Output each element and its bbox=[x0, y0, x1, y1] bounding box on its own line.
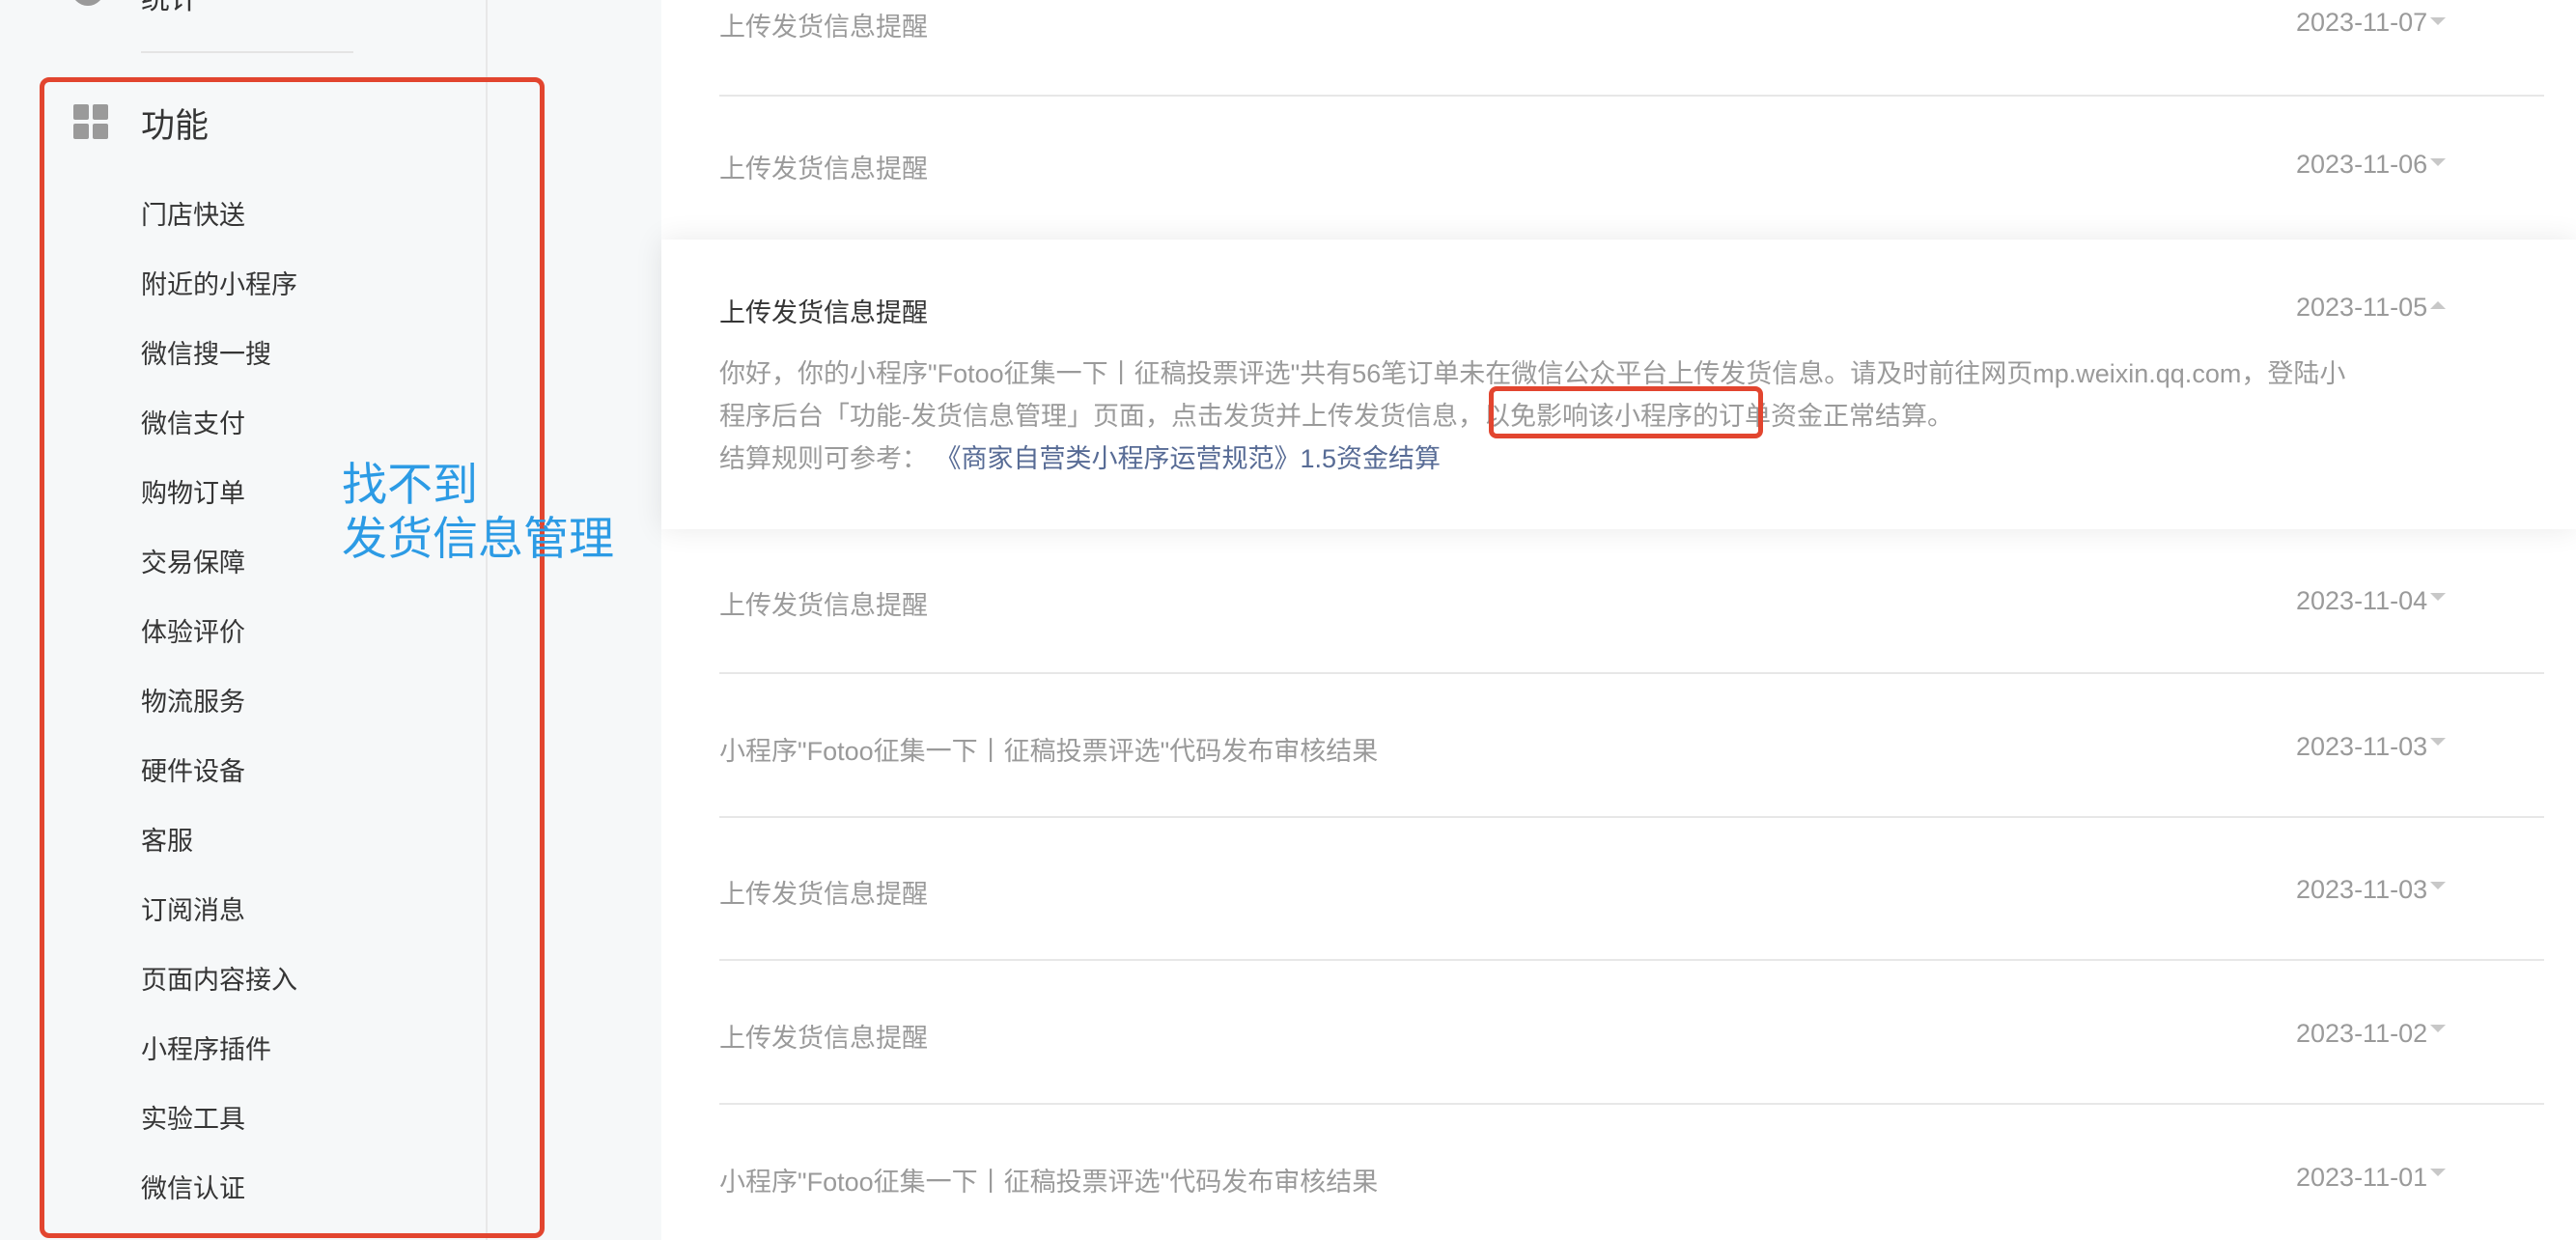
message-row[interactable]: 上传发货信息提醒 2023-11-03 bbox=[719, 816, 2544, 961]
chevron-down-icon[interactable] bbox=[2430, 882, 2446, 889]
message-date: 2023-11-06 bbox=[2296, 150, 2428, 179]
message-date: 2023-11-07 bbox=[2296, 8, 2428, 37]
settlement-rule-prefix: 结算规则可参考： bbox=[719, 444, 928, 473]
chevron-down-icon[interactable] bbox=[2430, 158, 2446, 166]
settlement-rule-link[interactable]: 《商家自营类小程序运营规范》1.5资金结算 bbox=[936, 444, 1442, 473]
message-date: 2023-11-05 bbox=[2296, 293, 2428, 322]
message-title: 小程序"Fotoo征集一下丨征稿投票评选"代码发布审核结果 bbox=[719, 1168, 1379, 1197]
chevron-down-icon[interactable] bbox=[2430, 1169, 2446, 1176]
message-list: 上传发货信息提醒 2023-11-07 上传发货信息提醒 2023-11-06 … bbox=[661, 0, 2576, 1240]
message-title: 上传发货信息提醒 bbox=[719, 155, 928, 183]
message-title: 上传发货信息提醒 bbox=[719, 13, 928, 42]
annotation-line: 找不到 bbox=[342, 459, 478, 510]
chevron-up-icon[interactable] bbox=[2430, 301, 2446, 309]
chevron-down-icon[interactable] bbox=[2430, 1025, 2446, 1032]
message-date: 2023-11-03 bbox=[2296, 875, 2428, 904]
message-row-expanded[interactable]: 上传发货信息提醒 2023-11-05 你好，你的小程序"Fotoo征集一下丨征… bbox=[661, 240, 2576, 529]
annotation-text: 找不到 发货信息管理 bbox=[342, 458, 614, 566]
chevron-down-icon[interactable] bbox=[2430, 17, 2446, 25]
message-title: 上传发货信息提醒 bbox=[719, 591, 928, 620]
message-date: 2023-11-01 bbox=[2296, 1163, 2428, 1192]
message-row[interactable]: 小程序"Fotoo征集一下丨征稿投票评选"代码发布审核结果 2023-11-01 bbox=[719, 1103, 2544, 1240]
message-row[interactable]: 上传发货信息提醒 2023-11-04 bbox=[719, 529, 2544, 674]
highlight-box-shipping-management bbox=[1489, 386, 1763, 438]
message-row[interactable]: 上传发货信息提醒 2023-11-06 bbox=[719, 95, 2544, 241]
chevron-down-icon[interactable] bbox=[2430, 738, 2446, 746]
message-row[interactable]: 上传发货信息提醒 2023-11-07 bbox=[719, 0, 2544, 97]
message-title: 上传发货信息提醒 bbox=[719, 298, 928, 327]
message-title: 上传发货信息提醒 bbox=[719, 880, 928, 909]
settlement-rule: 结算规则可参考： 《商家自营类小程序运营规范》1.5资金结算 bbox=[719, 437, 2419, 480]
stats-icon[interactable] bbox=[71, 0, 104, 6]
sidebar-divider bbox=[141, 51, 353, 53]
message-row[interactable]: 上传发货信息提醒 2023-11-02 bbox=[719, 959, 2544, 1105]
message-title: 小程序"Fotoo征集一下丨征稿投票评选"代码发布审核结果 bbox=[719, 737, 1379, 766]
highlight-box-function-menu bbox=[40, 77, 545, 1238]
sidebar-item-stats[interactable]: 统计 bbox=[141, 0, 199, 17]
annotation-line: 发货信息管理 bbox=[342, 513, 614, 564]
message-date: 2023-11-04 bbox=[2296, 586, 2428, 615]
message-title: 上传发货信息提醒 bbox=[719, 1024, 928, 1053]
message-date: 2023-11-03 bbox=[2296, 732, 2428, 761]
chevron-down-icon[interactable] bbox=[2430, 593, 2446, 601]
message-row[interactable]: 小程序"Fotoo征集一下丨征稿投票评选"代码发布审核结果 2023-11-03 bbox=[719, 672, 2544, 818]
message-date: 2023-11-02 bbox=[2296, 1019, 2428, 1048]
